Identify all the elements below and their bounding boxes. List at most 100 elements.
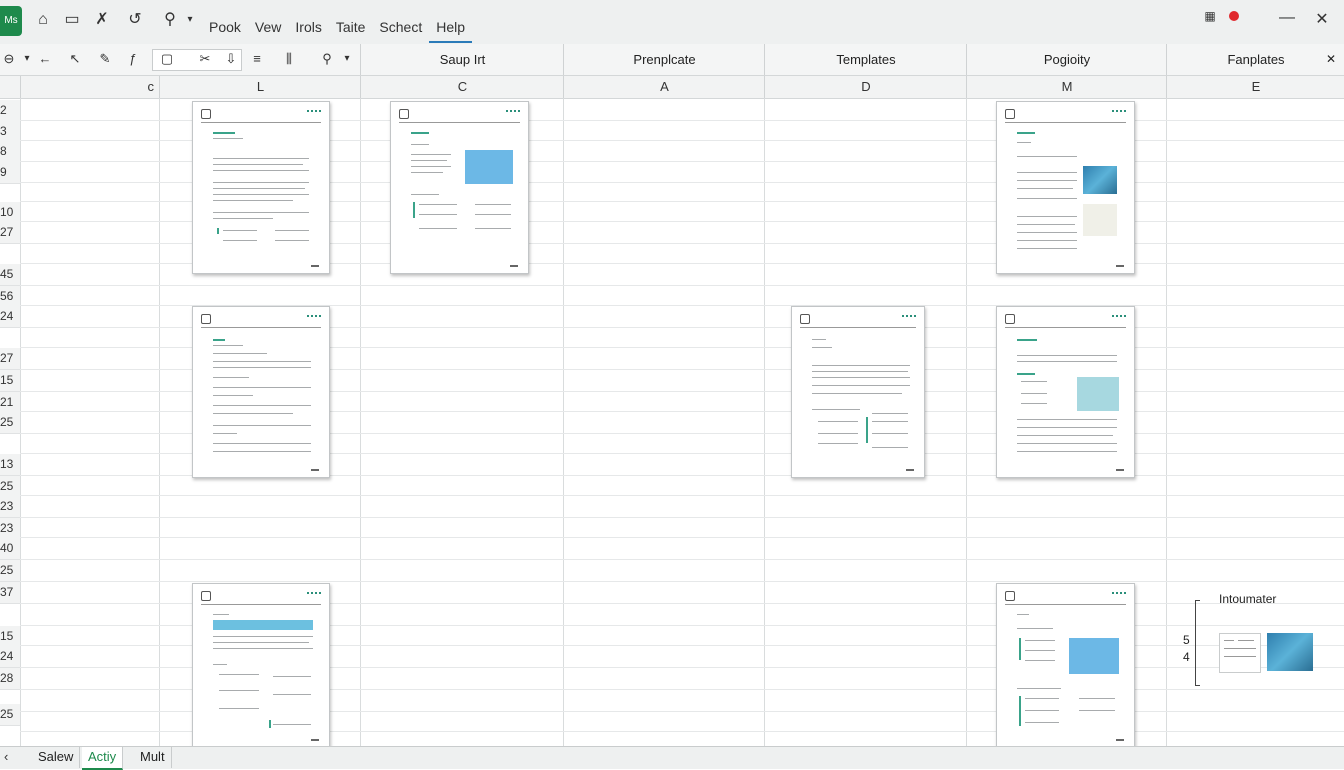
row-header[interactable]: 9 [0, 162, 20, 184]
column-divider [563, 98, 564, 746]
row-header[interactable]: 3 [0, 121, 20, 143]
panel-thumbnail-image[interactable] [1267, 633, 1313, 671]
row-header[interactable]: 24 [0, 306, 20, 328]
document-page-number [1116, 739, 1124, 741]
column-letter[interactable]: A [563, 76, 765, 98]
folder-icon[interactable]: ▭ [62, 10, 82, 30]
menu-item-taite[interactable]: Taite [329, 17, 373, 41]
sheet-tab-salew[interactable]: Salew [32, 747, 81, 768]
document-image [1069, 638, 1119, 674]
document-line [213, 614, 229, 615]
chevron-down-icon[interactable]: ▾ [338, 50, 356, 68]
function-icon[interactable]: ƒ [124, 50, 142, 68]
undo-icon[interactable]: ↺ [125, 10, 145, 30]
column-title-fanplates[interactable]: Fanplates [1166, 44, 1344, 75]
row-header[interactable]: 56 [0, 286, 20, 308]
edit-icon[interactable]: ▢ [158, 50, 176, 68]
row-header[interactable]: 25 [0, 704, 20, 726]
document-line [812, 365, 910, 366]
column-divider [159, 98, 160, 746]
chart-bars-icon[interactable]: ⫼ [280, 50, 298, 68]
document-thumbnail[interactable] [996, 101, 1135, 274]
column-letter[interactable]: E [1166, 76, 1344, 98]
row-header[interactable]: 25 [0, 412, 20, 434]
search-icon[interactable]: ⚲ [160, 10, 180, 30]
grid-view-icon[interactable]: ▦ [1198, 9, 1222, 23]
column-letter[interactable]: C [360, 76, 564, 98]
row-header[interactable]: 15 [0, 370, 20, 392]
column-title-saup-irt[interactable]: Saup Irt [360, 44, 564, 75]
sheet-tab-mult[interactable]: Mult [134, 747, 172, 768]
close-panel-icon[interactable]: ✕ [1326, 52, 1336, 66]
document-thumbnail[interactable] [996, 583, 1135, 748]
menu-item-schect[interactable]: Schect [372, 17, 429, 41]
row-header[interactable]: 28 [0, 668, 20, 690]
document-image [465, 150, 513, 184]
menu-item-help[interactable]: Help [429, 17, 473, 43]
column-letter[interactable]: c [20, 76, 158, 98]
home-icon[interactable]: ⌂ [33, 10, 53, 30]
document-line [1017, 628, 1053, 629]
chevron-down-icon[interactable]: ▾ [18, 50, 36, 68]
row-header[interactable]: 25 [0, 476, 20, 498]
document-thumbnail[interactable] [390, 101, 529, 274]
row-divider [20, 517, 1344, 518]
menu-item-irols[interactable]: Irols [288, 17, 328, 41]
document-line [1017, 248, 1077, 249]
document-line [812, 339, 826, 340]
cell-ref-icon[interactable]: ⊖ [0, 50, 18, 68]
download-icon[interactable]: ⇩ [222, 50, 240, 68]
format-icon[interactable]: ✗ [92, 10, 112, 30]
minimize-icon[interactable]: — [1275, 9, 1299, 27]
chevron-down-icon[interactable]: ▾ [180, 10, 200, 30]
row-header[interactable]: 23 [0, 496, 20, 518]
row-header[interactable]: 23 [0, 518, 20, 540]
back-arrow-icon[interactable]: ← [36, 50, 54, 68]
sheet-tab-actiy[interactable]: Actiy [82, 747, 124, 770]
panel-thumbnail[interactable] [1219, 633, 1261, 673]
tools-icon[interactable]: ✂ [196, 50, 214, 68]
row-header[interactable]: 10 [0, 202, 20, 224]
row-header[interactable]: 2 [0, 100, 20, 122]
column-title-templates[interactable]: Templates [764, 44, 967, 75]
document-line [475, 228, 511, 229]
column-letter[interactable]: D [764, 76, 967, 98]
row-header[interactable]: 25 [0, 560, 20, 582]
row-header[interactable]: 45 [0, 264, 20, 286]
document-line [213, 648, 313, 649]
document-thumbnail[interactable] [996, 306, 1135, 478]
row-header[interactable]: 13 [0, 454, 20, 476]
document-line [812, 393, 902, 394]
row-header[interactable]: 15 [0, 626, 20, 648]
column-letter[interactable]: M [966, 76, 1167, 98]
row-header[interactable]: 27 [0, 348, 20, 370]
row-header[interactable]: 37 [0, 582, 20, 604]
align-icon[interactable]: ≡ [248, 50, 266, 68]
pen-icon[interactable]: ✎ [96, 50, 114, 68]
cursor-icon[interactable]: ↖ [66, 50, 84, 68]
search-icon[interactable]: ⚲ [318, 50, 336, 68]
row-header[interactable]: 27 [0, 222, 20, 244]
column-letter[interactable]: L [159, 76, 361, 98]
column-title-prenplcate[interactable]: Prenplcate [563, 44, 765, 75]
document-thumbnail[interactable] [791, 306, 925, 478]
document-menu-icon [307, 592, 321, 597]
row-header[interactable]: 21 [0, 392, 20, 414]
row-header[interactable]: 24 [0, 646, 20, 668]
menu-item-vew[interactable]: Vew [248, 17, 288, 41]
document-line [812, 347, 832, 348]
chevron-left-icon[interactable]: ‹ [4, 749, 8, 764]
document-thumbnail[interactable] [192, 583, 330, 748]
document-thumbnail[interactable] [192, 306, 330, 478]
row-header[interactable]: 8 [0, 141, 20, 163]
document-thumbnail[interactable] [192, 101, 330, 274]
menu-item-pook[interactable]: Pook [202, 17, 248, 41]
document-line [1017, 688, 1061, 689]
document-rule [201, 604, 321, 605]
document-line [1021, 403, 1047, 404]
column-title-pogioity[interactable]: Pogioity [966, 44, 1167, 75]
close-icon[interactable]: ✕ [1310, 9, 1334, 29]
row-header[interactable]: 40 [0, 538, 20, 560]
document-menu-icon [1112, 592, 1126, 597]
app-logo[interactable]: Ms [0, 6, 22, 36]
